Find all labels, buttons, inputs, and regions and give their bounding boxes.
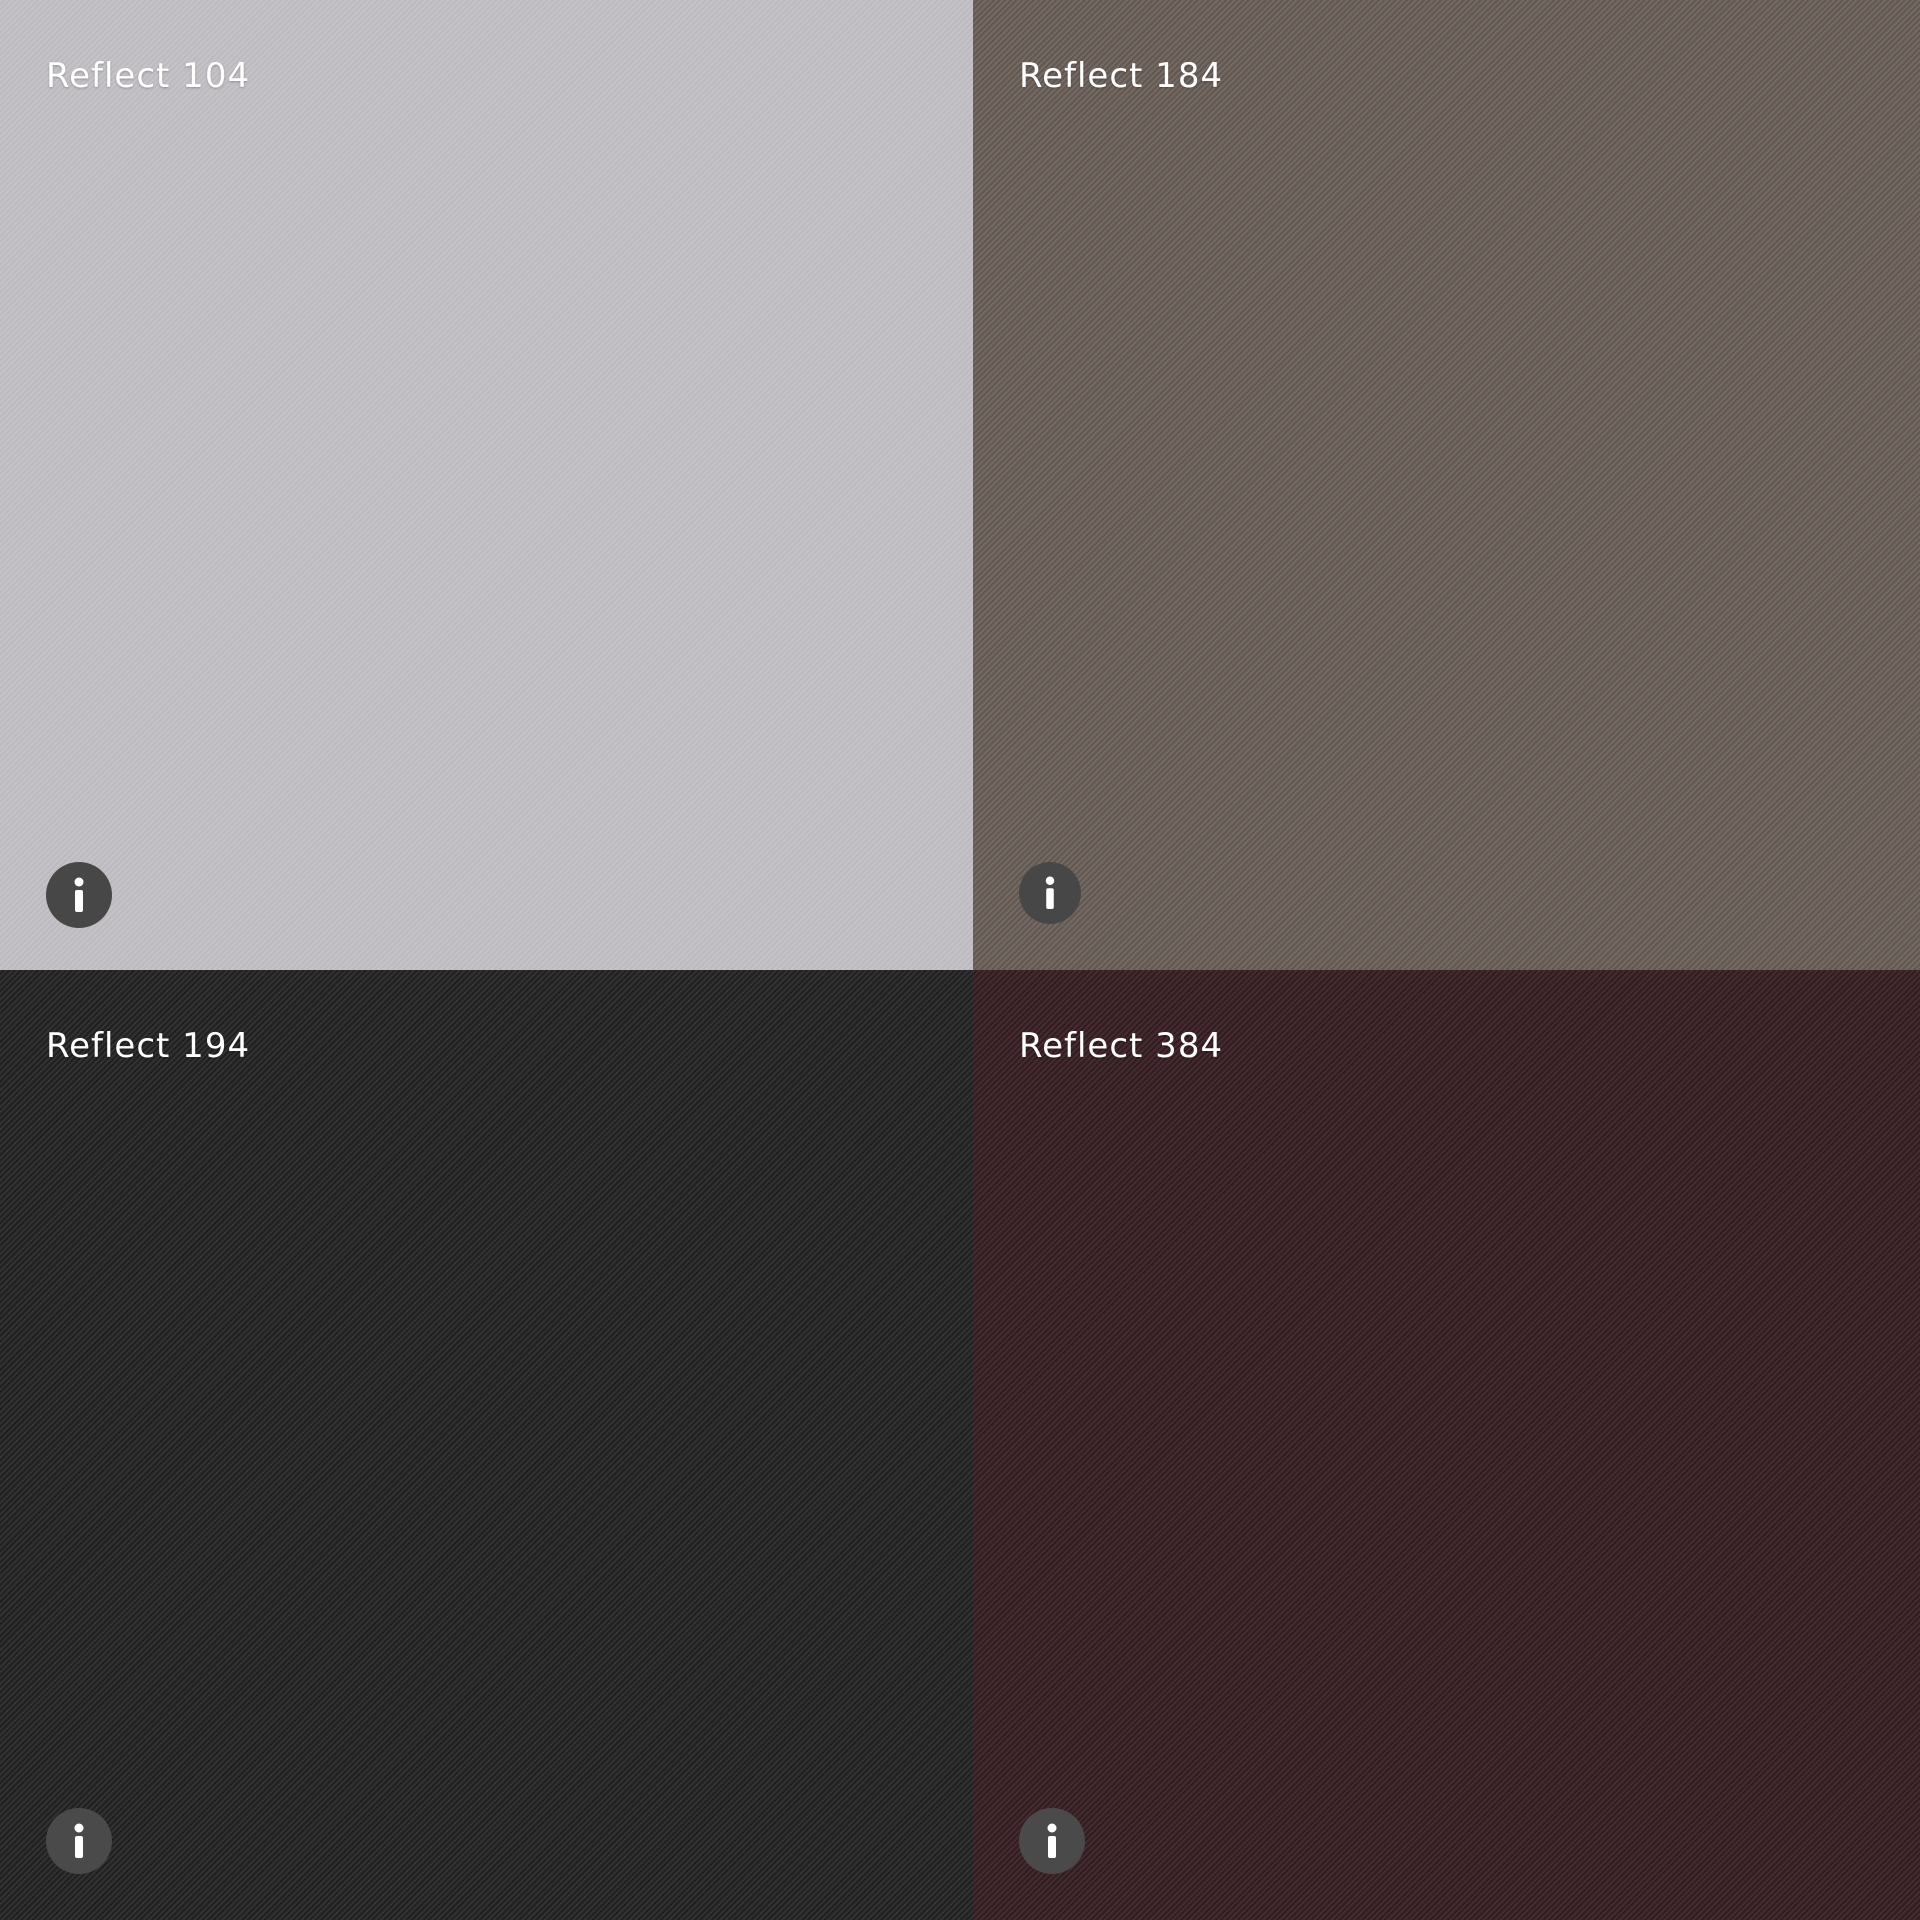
swatch-reflect-384[interactable]: Reflect 384 <box>973 970 1920 1920</box>
swatch-reflect-104[interactable]: Reflect 104 <box>0 0 973 970</box>
fabric-texture <box>0 970 973 1920</box>
info-icon <box>1045 876 1055 909</box>
swatch-reflect-184[interactable]: Reflect 184 <box>973 0 1920 970</box>
fabric-texture <box>0 0 973 970</box>
info-icon <box>74 1823 84 1858</box>
fabric-texture <box>973 0 1920 970</box>
swatch-title: Reflect 104 <box>46 56 251 96</box>
info-button[interactable] <box>46 1808 112 1874</box>
info-button[interactable] <box>1019 1808 1085 1874</box>
swatch-reflect-194[interactable]: Reflect 194 <box>0 970 973 1920</box>
info-icon <box>1047 1823 1057 1858</box>
swatch-grid: Reflect 104 Reflect 184 Reflect 194 Refl… <box>0 0 1920 1920</box>
info-button[interactable] <box>1019 862 1081 924</box>
swatch-title: Reflect 184 <box>1019 56 1224 96</box>
info-icon <box>74 877 84 912</box>
swatch-title: Reflect 384 <box>1019 1026 1224 1066</box>
fabric-texture <box>973 970 1920 1920</box>
swatch-title: Reflect 194 <box>46 1026 251 1066</box>
info-button[interactable] <box>46 862 112 928</box>
